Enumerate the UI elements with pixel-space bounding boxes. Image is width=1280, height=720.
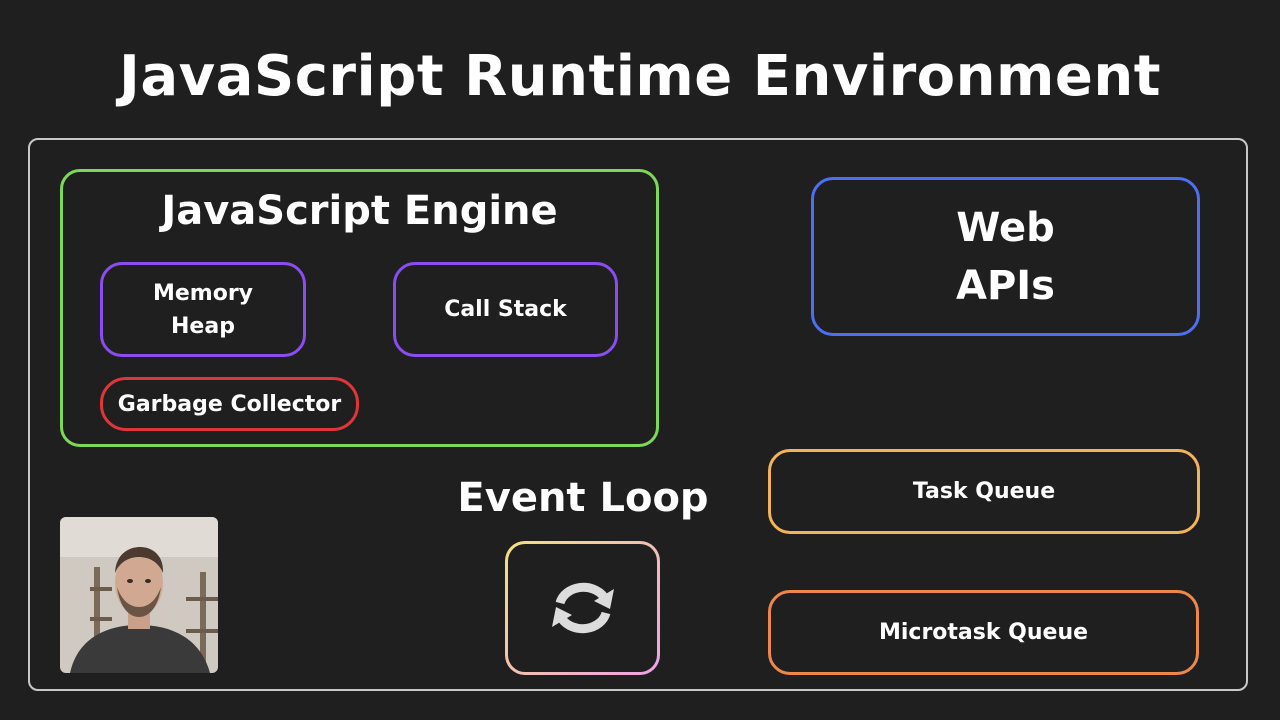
task-queue-box: Task Queue [768,449,1200,534]
event-loop-box [505,541,660,675]
event-loop-inner [508,544,657,672]
memory-heap-label-line2: Heap [171,313,235,339]
diagram-canvas: JavaScript Runtime Environment JavaScrip… [0,0,1280,720]
web-apis-label-line2: APIs [956,262,1055,309]
web-apis-label-line1: Web [956,204,1055,251]
presenter-image [60,517,218,673]
task-queue-label: Task Queue [912,479,1056,504]
garbage-collector-label: Garbage Collector [117,391,342,417]
microtask-queue-box: Microtask Queue [768,590,1199,675]
event-loop-label: Event Loop [457,475,709,521]
call-stack-box: Call Stack [393,262,618,357]
javascript-engine-title: JavaScript Engine [161,188,558,234]
microtask-queue-label: Microtask Queue [878,620,1089,645]
call-stack-label: Call Stack [444,297,567,322]
presenter-webcam-thumbnail [60,517,218,673]
garbage-collector-box: Garbage Collector [100,377,359,431]
refresh-cycle-icon [551,582,614,634]
memory-heap-label-line1: Memory [152,280,254,306]
memory-heap-box: Memory Heap [100,262,306,357]
web-apis-box: Web APIs [811,177,1200,336]
page-title: JavaScript Runtime Environment [118,44,1161,109]
